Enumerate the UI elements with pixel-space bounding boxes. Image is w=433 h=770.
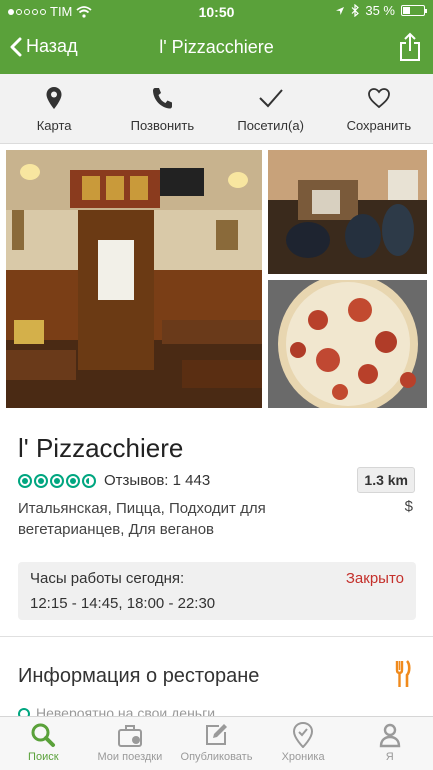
tab-search[interactable]: Поиск xyxy=(0,717,87,770)
map-label: Карта xyxy=(36,118,72,133)
rating-bubble xyxy=(18,473,32,488)
profile-icon xyxy=(379,723,400,748)
location-arrow-icon xyxy=(336,6,345,15)
rating-bubble xyxy=(66,473,80,488)
action-bar: Карта Позвонить Посетил(а) Сохранить xyxy=(0,74,433,144)
tab-profile[interactable]: Я xyxy=(346,717,433,770)
tab-publish-label: Опубликовать xyxy=(180,751,253,763)
share-button[interactable] xyxy=(399,32,421,67)
compose-icon xyxy=(206,724,228,745)
call-label: Позвонить xyxy=(130,118,195,133)
tab-profile-label: Я xyxy=(385,751,394,763)
rating-bubble-half xyxy=(82,473,96,488)
tab-bar: Поиск Мои поездки Опубликовать Хроника Я xyxy=(0,716,433,770)
tab-publish[interactable]: Опубликовать xyxy=(173,717,260,770)
cuisine-tags: Итальянская, Пицца, Подходит для вегетар… xyxy=(18,500,266,538)
save-label: Сохранить xyxy=(346,118,412,133)
photo-dining-room[interactable] xyxy=(268,150,427,274)
info-section-title[interactable]: Информация о ресторане xyxy=(18,665,259,688)
rating-bubble xyxy=(34,473,48,488)
tab-search-label: Поиск xyxy=(28,751,59,763)
hours-card[interactable]: Часы работы сегодня: Закрыто 12:15 - 14:… xyxy=(18,562,416,620)
page-title: l' Pizzacchiere xyxy=(159,37,274,57)
phone-icon xyxy=(153,88,173,109)
hours-label: Часы работы сегодня: xyxy=(30,570,185,587)
photo-pizza[interactable] xyxy=(268,280,427,408)
tab-timeline[interactable]: Хроника xyxy=(260,717,347,770)
price-level: $ xyxy=(404,498,413,515)
status-right: 35 % xyxy=(335,3,427,18)
share-icon xyxy=(400,32,420,61)
tab-timeline-label: Хроника xyxy=(281,751,325,763)
tab-trips[interactable]: Мои поездки xyxy=(87,717,174,770)
bluetooth-icon xyxy=(351,4,360,17)
checkmark-icon xyxy=(258,89,283,108)
hours-times: 12:15 - 14:45, 18:00 - 22:30 xyxy=(30,595,216,612)
nav-bar: Назад l' Pizzacchiere xyxy=(0,24,433,74)
visited-label: Посетил(а) xyxy=(237,118,304,133)
fork-knife-icon xyxy=(395,660,411,693)
heart-icon xyxy=(367,88,390,109)
status-bar: TIM 10:50 35 % xyxy=(0,0,433,24)
call-button[interactable]: Позвонить xyxy=(108,74,216,143)
distance-badge: 1.3 km xyxy=(357,467,415,493)
suitcase-icon xyxy=(117,725,142,747)
battery-icon xyxy=(401,5,427,16)
photo-interior[interactable] xyxy=(6,150,262,408)
hours-status: Закрыто xyxy=(345,570,404,587)
review-count[interactable]: Отзывов: 1 443 xyxy=(104,472,210,489)
rating-row[interactable]: Отзывов: 1 443 xyxy=(18,472,210,489)
photo-gallery xyxy=(6,150,427,408)
location-icon xyxy=(293,722,314,748)
map-button[interactable]: Карта xyxy=(0,74,108,143)
section-divider xyxy=(0,636,433,637)
battery-label: 35 % xyxy=(365,3,395,18)
top-bar: TIM 10:50 35 % Назад l' Pizzacchiere xyxy=(0,0,433,74)
tab-trips-label: Мои поездки xyxy=(97,751,163,763)
save-button[interactable]: Сохранить xyxy=(325,74,433,143)
restaurant-name: l' Pizzacchiere xyxy=(18,433,184,463)
rating-bubble xyxy=(50,473,64,488)
visited-button[interactable]: Посетил(а) xyxy=(217,74,325,143)
map-pin-icon xyxy=(46,87,62,109)
search-icon xyxy=(31,723,56,747)
